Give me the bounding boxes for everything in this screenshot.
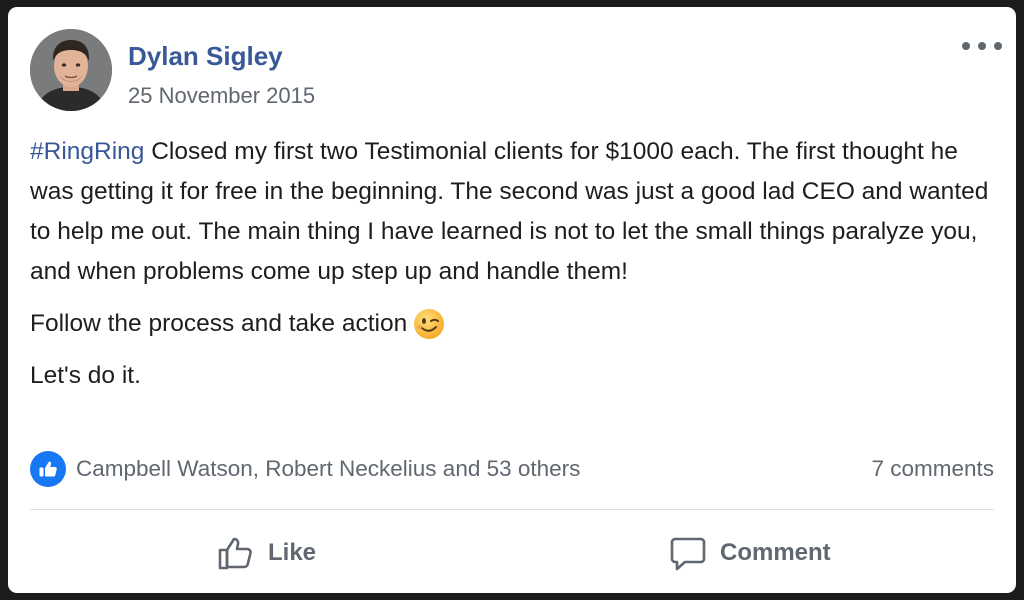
post-paragraph: Let's do it. bbox=[30, 356, 990, 396]
post-paragraph: Follow the process and take action bbox=[30, 304, 990, 344]
comment-label: Comment bbox=[720, 539, 831, 566]
more-options-button[interactable] bbox=[962, 37, 1002, 55]
hashtag-link[interactable]: #RingRing bbox=[30, 138, 144, 165]
more-options-icon bbox=[962, 42, 970, 50]
comment-button[interactable]: Comment bbox=[668, 533, 831, 573]
more-options-dot bbox=[994, 42, 1002, 50]
speech-bubble-icon bbox=[670, 537, 706, 571]
post-body: #RingRing Closed my first two Testimonia… bbox=[30, 132, 990, 396]
thumbs-up-outline-icon bbox=[218, 537, 252, 570]
post-text: Closed my first two Testimonial clients … bbox=[30, 138, 989, 285]
profile-photo bbox=[30, 29, 112, 111]
comment-count[interactable]: 7 comments bbox=[871, 456, 994, 482]
thumbs-up-glyph bbox=[39, 461, 57, 477]
avatar[interactable] bbox=[30, 29, 112, 111]
post-date[interactable]: 25 November 2015 bbox=[128, 83, 315, 109]
like-button[interactable]: Like bbox=[216, 533, 316, 573]
author-name[interactable]: Dylan Sigley bbox=[128, 41, 283, 72]
winking-face-icon bbox=[414, 309, 445, 339]
post-text: Follow the process and take action bbox=[30, 310, 408, 337]
like-label: Like bbox=[268, 539, 317, 566]
post-card: Dylan Sigley 25 November 2015 #RingRing … bbox=[8, 7, 1016, 593]
more-options-dot bbox=[978, 42, 986, 50]
post-text: Let's do it. bbox=[30, 362, 141, 389]
divider bbox=[30, 509, 994, 510]
reactions-summary[interactable]: Campbell Watson, Robert Neckelius and 53… bbox=[30, 451, 580, 487]
post-paragraph: #RingRing Closed my first two Testimonia… bbox=[30, 132, 990, 292]
thumbs-up-icon bbox=[30, 451, 66, 487]
likers-text[interactable]: Campbell Watson, Robert Neckelius and 53… bbox=[76, 456, 580, 482]
